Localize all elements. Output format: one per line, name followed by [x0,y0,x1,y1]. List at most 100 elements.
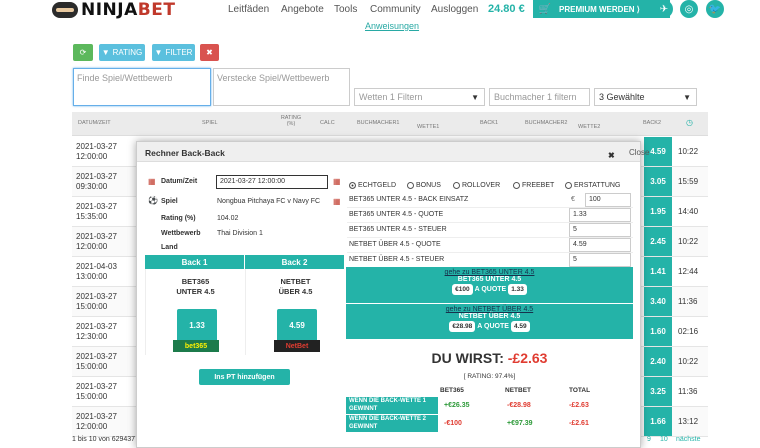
netbet-logo[interactable]: NetBet [274,340,320,352]
row-back2-odds[interactable]: 3.05 [644,167,672,196]
calendar-icon: ▦ [148,177,156,186]
th-bet1[interactable]: WETTE1 [417,124,439,130]
nav-link-guides[interactable]: Leitfäden [228,4,269,15]
filter-button[interactable]: ▼ FILTER [152,44,195,61]
bet365-logo[interactable]: bet365 [173,340,219,352]
rating-button[interactable]: ▼ RATING [99,44,145,61]
th-bookmaker2[interactable]: BUCHMACHER2 [525,120,567,126]
chevron-down-icon: ▼ [471,93,479,102]
find-game-input[interactable]: Finde Spiel/Wettbewerb [73,68,211,106]
page-9-link[interactable]: 9 [647,436,651,443]
instructions-link[interactable]: Anweisungen [365,21,419,31]
form-row-input[interactable]: 5 [569,253,631,267]
back1-odds-button[interactable]: 1.33 [177,309,217,342]
mode-label: ROLLOVER [462,182,501,189]
goto-bet365-link[interactable]: gehe zu BET365 UNTER 4.5 [346,267,633,276]
filter-button-label: FILTER [165,48,193,57]
selection-count-select[interactable]: 3 Gewählte ▼ [594,88,697,106]
back-back-calculator-modal: Rechner Back-Back ✖ Close ▦ Datum/Zeit 2… [136,141,649,448]
back2-odds-button[interactable]: 4.59 [277,309,317,342]
row-back2-odds[interactable]: 2.45 [644,227,672,256]
mode-radio-real-money[interactable]: ECHTGELD [349,182,396,189]
hide-game-input[interactable]: Verstecke Spiel/Wettbewerb [213,68,350,106]
th-game[interactable]: SPIEL [202,120,218,126]
block1-stake: €100 [452,284,473,295]
form-row-label: BET365 UNTER 4.5 - QUOTE [349,211,444,218]
bookmaker1-filter-placeholder: Buchmacher 1 filtern [494,92,577,102]
mode-radio-bonus[interactable]: BONUS [407,182,441,189]
th-datetime[interactable]: DATUM/ZEIT [78,120,111,126]
form-row-input[interactable]: 1.33 [569,208,631,222]
refresh-button[interactable]: ⟳ [73,44,93,61]
rating-value: 104.02 [217,215,239,222]
row-back2-odds[interactable]: 1.66 [644,407,672,436]
ninjabet-logo[interactable]: NINJABET [52,0,175,20]
bet1-filter-placeholder: Wetten 1 Filtern [359,92,423,102]
nav-link-community[interactable]: Community [370,4,421,15]
chevron-down-icon: ▼ [683,93,691,102]
row-datetime: 2021-03-27 09:30:00 [76,172,117,191]
nav-link-tools[interactable]: Tools [334,4,357,15]
nav-link-offers[interactable]: Angebote [281,4,324,15]
modal-title: Rechner Back-Back [145,148,225,158]
mode-radio-refund[interactable]: ERSTATTUNG [565,182,620,189]
row-datetime: 2021-03-27 15:00:00 [76,352,117,371]
premium-button[interactable]: 🛒 PREMIUM WERDEN ⟩ [533,0,670,18]
premium-label: PREMIUM WERDEN ⟩ [559,4,640,14]
result-label: DU WIRST: [431,350,504,366]
row-back2-odds[interactable]: 3.25 [644,377,672,406]
th-rating[interactable]: RATING (%) [280,115,302,127]
row-datetime: 2021-03-27 12:30:00 [76,322,117,341]
form-row-label: NETBET ÜBER 4.5 - STEUER [349,256,445,263]
mode-label: ERSTATTUNG [574,182,621,189]
add-to-pt-button[interactable]: Ins PT hinzufügen [199,369,290,385]
back1-bet-text: BET365 UNTER 4.5 [176,277,215,296]
form-row-input[interactable]: 100 [585,193,631,207]
row-datetime: 2021-03-27 12:00:00 [76,412,117,431]
row-back2-odds[interactable]: 1.41 [644,257,672,286]
nav-link-logout[interactable]: Ausloggen [431,4,478,15]
row-datetime: 2021-04-03 13:00:00 [76,262,117,281]
calculator-form-row: BET365 UNTER 4.5 - QUOTE 1.33 [347,208,633,223]
summary-netbet-value: -€28.98 [507,402,531,409]
row-back2-odds[interactable]: 1.60 [644,317,672,346]
calendar-icon[interactable]: ▦ [333,177,341,186]
telegram-icon[interactable]: ✈ [655,0,673,18]
summary-bet365-value: +€26.35 [444,402,470,409]
mode-radio-freebet[interactable]: FREEBET [513,182,554,189]
result-rating: [ RATING: 97.4%] [463,373,516,380]
summary-header-bet365: BET365 [440,387,464,394]
clear-filter-button[interactable]: ✖ [200,44,219,61]
datetime-input[interactable]: 2021-03-27 12:00:00 [216,175,328,189]
row-back2-odds[interactable]: 2.40 [644,347,672,376]
back2-header: Back 2 [245,255,344,269]
filter-icon: ▼ [101,48,110,57]
page-10-link[interactable]: 10 [660,436,668,443]
row-back2-odds[interactable]: 3.40 [644,287,672,316]
modal-close-button[interactable]: Close [629,148,649,157]
account-balance: 24.80 € [488,3,525,15]
goto-netbet-link[interactable]: gehe zu NETBET ÜBER 4.5 [346,304,633,313]
form-row-input[interactable]: 5 [569,223,631,237]
row-updated-time: 11:36 [678,297,698,306]
mode-label: ECHTGELD [358,182,397,189]
form-row-label: BET365 UNTER 4.5 - BACK EINSATZ [349,196,469,203]
instagram-icon[interactable]: ◎ [680,0,698,18]
calculator-form-row: BET365 UNTER 4.5 - STEUER 5 [347,223,633,238]
row-back2-odds[interactable]: 1.95 [644,197,672,226]
th-back2[interactable]: BACK2 [643,120,661,126]
close-icon[interactable]: ✖ [608,151,615,160]
next-page-link[interactable]: nächste [676,436,701,443]
calendar-icon[interactable]: ▦ [333,197,341,206]
mode-radio-rollover[interactable]: ROLLOVER [453,182,500,189]
th-bookmaker1[interactable]: BUCHMACHER1 [357,120,399,126]
summary-header-netbet: NETBET [505,387,531,394]
form-row-input[interactable]: 4.59 [569,238,631,252]
clock-icon: ◷ [686,118,693,127]
row-updated-time: 10:22 [678,357,699,366]
twitter-icon[interactable]: 🐦 [706,0,724,18]
th-back1[interactable]: BACK1 [480,120,498,126]
bet1-filter-select[interactable]: Wetten 1 Filtern ▼ [354,88,485,106]
th-bet2[interactable]: WETTE2 [578,124,600,130]
bookmaker1-filter-select[interactable]: Buchmacher 1 filtern [489,88,590,106]
